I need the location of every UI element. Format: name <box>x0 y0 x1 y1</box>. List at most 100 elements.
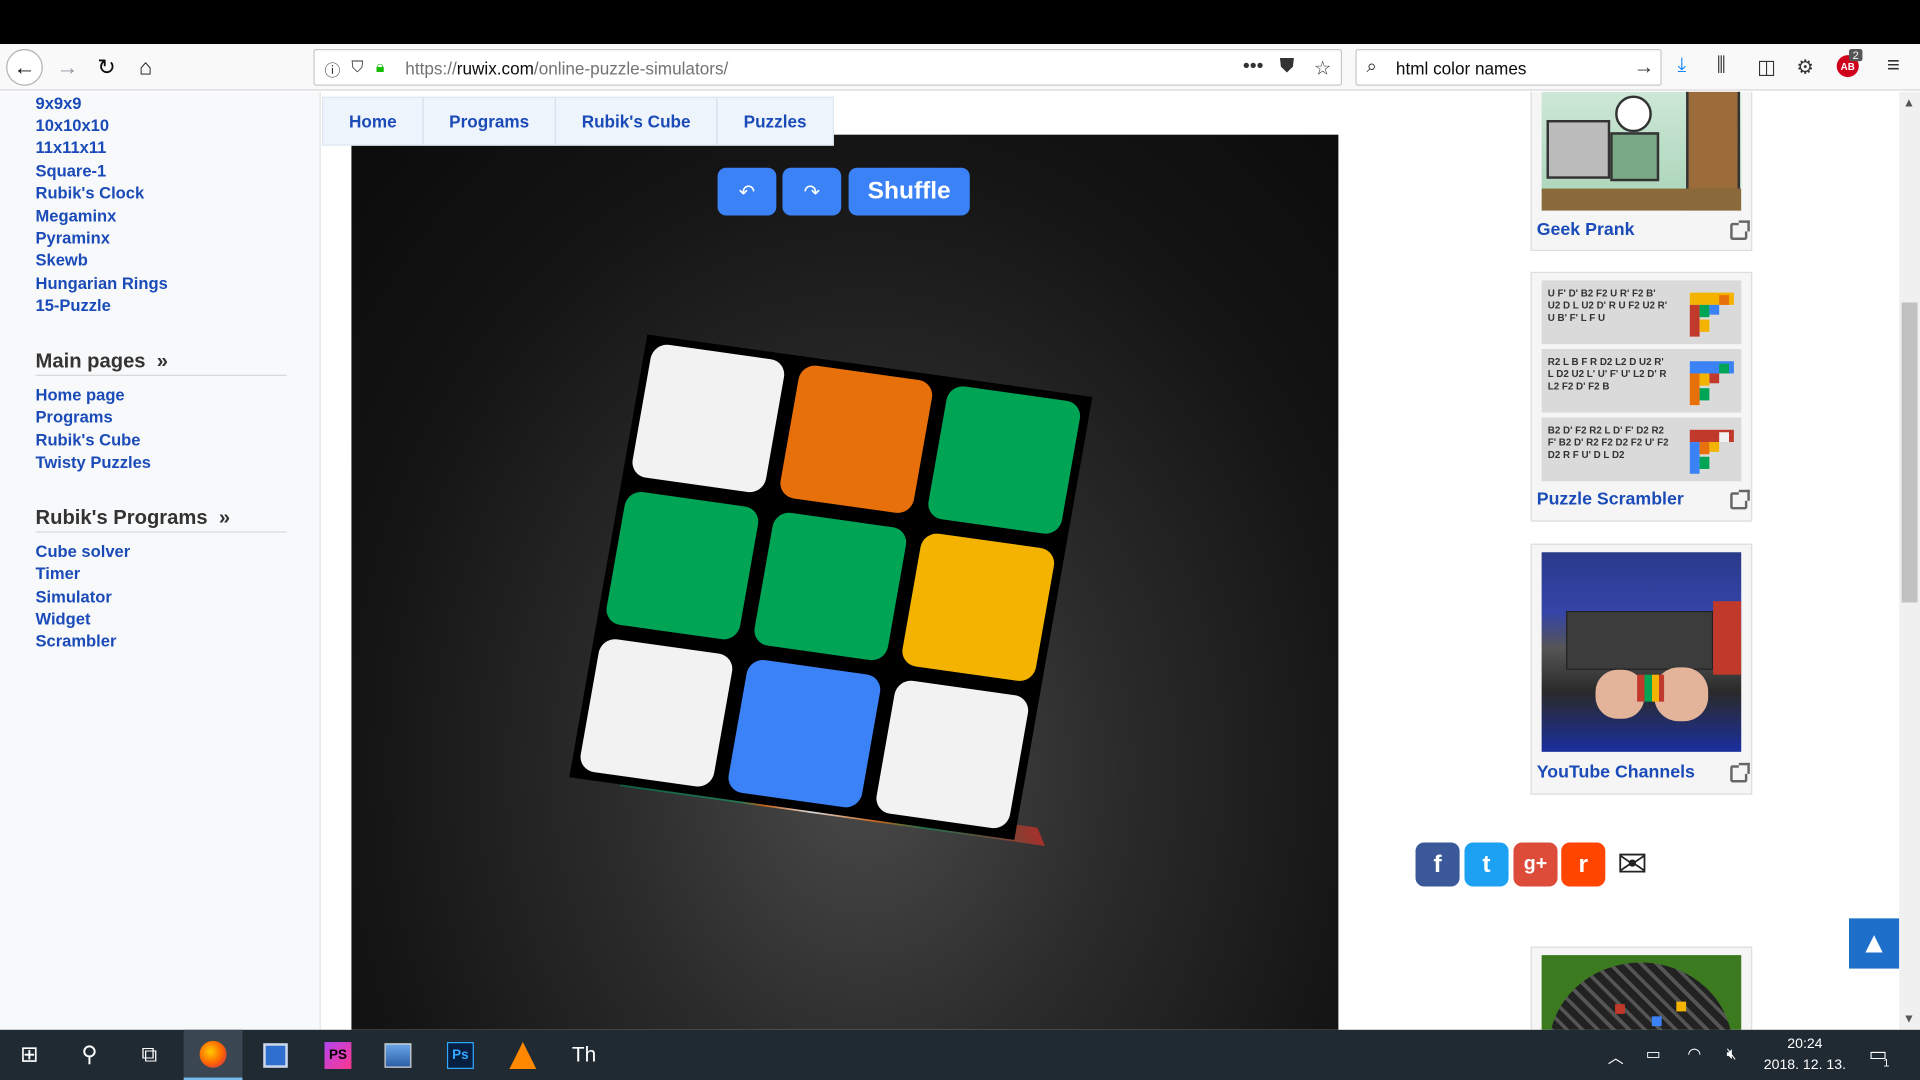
sidebar-icon[interactable]: ◫ <box>1757 55 1776 79</box>
redo-button[interactable]: ↷ <box>782 167 842 216</box>
sidebar-link[interactable]: Widget <box>36 610 91 628</box>
youtube-channels-title[interactable]: YouTube Channels <box>1537 763 1695 783</box>
puzzle-scrambler-card[interactable]: U F' D' B2 F2 U R' F2 B' U2 D L U2 D' R … <box>1530 271 1753 522</box>
external-link-icon[interactable] <box>1730 220 1750 241</box>
search-input[interactable]: html color names <box>1396 59 1527 79</box>
search-icon[interactable]: ⚲ <box>60 1030 119 1080</box>
info-icon[interactable]: ⓘ <box>324 58 340 81</box>
reload-icon[interactable]: ↻ <box>88 49 125 86</box>
sidebar-link[interactable]: Pyraminx <box>36 229 110 247</box>
geek-prank-image[interactable] <box>1541 91 1742 211</box>
battery-icon[interactable]: ▭ <box>1646 1044 1661 1064</box>
cube-sticker-green[interactable] <box>751 510 909 663</box>
sidebar-link[interactable]: Cube solver <box>36 542 131 560</box>
external-link-icon[interactable] <box>1730 489 1750 510</box>
shuffle-button[interactable]: Shuffle <box>848 167 970 216</box>
page-scrollbar[interactable]: ▲ ▼ <box>1899 91 1920 1030</box>
vlc-icon[interactable] <box>493 1030 552 1080</box>
lock-icon[interactable]: 🔒︎ <box>376 58 384 78</box>
save-icon[interactable] <box>246 1030 305 1080</box>
cube-sticker-white[interactable] <box>873 678 1031 831</box>
sidebar-link[interactable]: Programs <box>36 408 113 426</box>
email-icon[interactable]: ✉ <box>1610 842 1655 887</box>
youtube-channels-card[interactable]: YouTube Channels <box>1530 543 1753 795</box>
pocket-icon[interactable]: ⛊ <box>1280 56 1295 78</box>
youtube-channels-image[interactable] <box>1541 552 1742 752</box>
home-icon[interactable]: ⌂ <box>127 49 164 86</box>
sidebar-link[interactable]: Rubik's Cube <box>36 431 141 449</box>
volume-muted-icon[interactable]: 🔇︎ <box>1727 1044 1737 1064</box>
forward-icon[interactable]: → <box>49 49 86 86</box>
sidebar-link[interactable]: 11x11x11 <box>36 138 107 156</box>
cube-sticker-white[interactable] <box>578 637 735 789</box>
google-plus-icon[interactable]: g+ <box>1513 842 1558 887</box>
extension-icon[interactable]: ⚙ <box>1796 55 1814 79</box>
scroll-up-icon[interactable]: ▲ <box>1903 97 1915 110</box>
task-view-icon[interactable]: ⧉ <box>120 1030 179 1080</box>
menu-icon[interactable]: ≡ <box>1887 53 1900 79</box>
scroll-down-icon[interactable]: ▼ <box>1903 1013 1915 1026</box>
twitter-icon[interactable]: t <box>1464 842 1509 887</box>
wifi-icon[interactable]: ◠ <box>1687 1044 1701 1064</box>
download-icon[interactable]: ⤓ <box>1678 55 1687 77</box>
adblock-badge: 2 <box>1848 48 1863 62</box>
paint-icon[interactable] <box>369 1030 428 1080</box>
main-pages-heading[interactable]: Main pages » <box>36 350 169 373</box>
tab-puzzles[interactable]: Puzzles <box>718 98 833 145</box>
go-arrow-icon[interactable]: → <box>1633 55 1654 79</box>
sidebar-link[interactable]: 15-Puzzle <box>36 296 111 314</box>
rubiks-cube-front-face[interactable] <box>569 334 1093 840</box>
ball-puzzle-card[interactable] <box>1530 946 1753 1030</box>
external-link-icon[interactable] <box>1730 762 1750 783</box>
tab-home[interactable]: Home <box>323 97 424 145</box>
tab-rubiks-cube[interactable]: Rubik's Cube <box>556 97 718 145</box>
puzzle-scrambler-title[interactable]: Puzzle Scrambler <box>1537 490 1684 510</box>
sidebar-link[interactable]: Home page <box>36 386 125 404</box>
photoshop-icon[interactable]: Ps <box>431 1030 490 1080</box>
geek-prank-card[interactable]: Geek Prank <box>1530 91 1753 252</box>
sidebar-link[interactable]: 10x10x10 <box>36 116 110 134</box>
phpstorm-icon[interactable]: PS <box>309 1030 368 1080</box>
more-icon[interactable]: ••• <box>1243 56 1264 78</box>
geek-prank-title[interactable]: Geek Prank <box>1537 220 1635 240</box>
url-bar[interactable]: ⓘ ⛉ 🔒︎ https://ruwix.com/online-puzzle-s… <box>313 48 1343 86</box>
sidebar-link[interactable]: Scrambler <box>36 632 117 650</box>
start-icon[interactable]: ⊞ <box>0 1030 59 1080</box>
tab-programs[interactable]: Programs <box>424 97 556 145</box>
system-clock[interactable]: 20:24 2018. 12. 13. <box>1761 1035 1849 1077</box>
library-icon[interactable]: ⫼ <box>1717 55 1726 77</box>
sidebar-link[interactable]: Twisty Puzzles <box>36 453 151 471</box>
cube-sticker-yellow[interactable] <box>899 531 1057 683</box>
sidebar-link[interactable]: Skewb <box>36 251 88 269</box>
sidebar-link[interactable]: Square-1 <box>36 162 107 180</box>
cube-sticker-white[interactable] <box>629 342 787 495</box>
search-bar[interactable]: ⌕ html color names → <box>1355 48 1662 86</box>
sidebar-link[interactable]: Timer <box>36 564 81 582</box>
programs-heading[interactable]: Rubik's Programs » <box>36 507 231 530</box>
up-arrow-icon: ▲ <box>1859 926 1889 960</box>
cube-sticker-orange[interactable] <box>777 363 935 515</box>
cube-sticker-green[interactable] <box>603 489 761 642</box>
cube-sticker-green[interactable] <box>925 384 1083 536</box>
tracking-shield-icon[interactable]: ⛉ <box>351 58 363 78</box>
firefox-icon[interactable] <box>183 1029 243 1080</box>
ball-puzzle-image[interactable] <box>1541 955 1742 1030</box>
sidebar-link[interactable]: Simulator <box>36 588 112 606</box>
scrollbar-thumb[interactable] <box>1901 302 1918 603</box>
facebook-icon[interactable]: f <box>1415 842 1460 887</box>
show-hidden-icons-icon[interactable]: ︿ <box>1608 1044 1624 1067</box>
sidebar-link[interactable]: Hungarian Rings <box>36 274 168 292</box>
url-text[interactable]: https://ruwix.com/online-puzzle-simulato… <box>405 59 728 79</box>
reddit-icon[interactable]: r <box>1561 842 1606 887</box>
undo-button[interactable]: ↶ <box>717 167 777 216</box>
mini-cube-icon <box>1689 361 1734 406</box>
sidebar-link[interactable]: Rubik's Clock <box>36 184 145 202</box>
typora-icon[interactable]: Th <box>555 1030 614 1080</box>
sidebar-link[interactable]: 9x9x9 <box>36 94 82 112</box>
scroll-to-top-button[interactable]: ▲ <box>1848 918 1900 969</box>
sidebar-link[interactable]: Megaminx <box>36 207 117 225</box>
puzzle-simulator-canvas[interactable]: ↶ ↷ Shuffle <box>351 134 1339 1030</box>
cube-sticker-blue[interactable] <box>725 657 883 810</box>
back-icon[interactable]: ← <box>6 48 43 86</box>
bookmark-star-icon[interactable]: ☆ <box>1314 56 1332 80</box>
